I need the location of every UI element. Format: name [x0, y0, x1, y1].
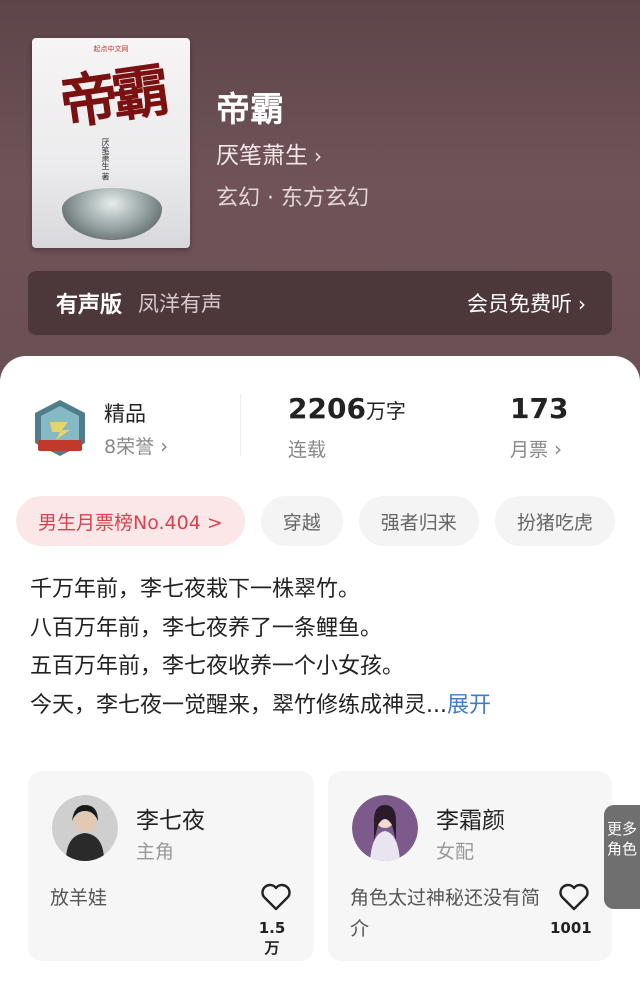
character-role: 主角 [136, 841, 175, 863]
tag-list: 男生月票榜No.404 > 穿越 强者归来 扮猪吃虎 [16, 496, 615, 546]
description-line: 千万年前，李七夜栽下一株翠竹。 [30, 577, 361, 602]
character-card[interactable]: 李七夜 主角 放羊娃 1.5万 [28, 771, 314, 961]
like-count: 1.5万 [258, 919, 286, 957]
tag-item[interactable]: 强者归来 [358, 496, 479, 546]
cover-author: 厌笔萧生 著 [101, 138, 110, 181]
quality-label: 精品 [104, 402, 146, 426]
author-link[interactable]: 厌笔萧生 › [216, 136, 322, 170]
book-description: 千万年前，李七夜栽下一株翠竹。 八百万年前，李七夜养了一条鲤鱼。 五百万年前，李… [30, 571, 620, 725]
character-name: 李霜颜 [436, 808, 505, 834]
word-count-unit: 万字 [365, 399, 406, 423]
audio-narrator: 凤洋有声 [138, 292, 223, 316]
quality-badge-icon[interactable] [32, 398, 88, 458]
audio-label: 有声版 [56, 293, 123, 318]
votes-link[interactable]: 月票 › [510, 435, 562, 462]
character-avatar [352, 795, 418, 861]
rank-tag[interactable]: 男生月票榜No.404 > [16, 496, 245, 546]
divider [240, 394, 241, 456]
free-listen-link[interactable]: 会员免费听 › [467, 288, 586, 318]
monthly-votes: 173 [510, 392, 568, 425]
cover-artwork [62, 188, 162, 240]
more-roles-button[interactable]: 更多角色 [604, 805, 640, 909]
chevron-right-icon: › [578, 292, 586, 316]
chevron-right-icon: › [554, 437, 563, 461]
word-count-value: 2206 [288, 392, 366, 425]
free-listen-label: 会员免费听 [467, 292, 572, 316]
character-desc: 放羊娃 [50, 887, 108, 909]
character-avatar [52, 795, 118, 861]
description-line: 今天，李七夜一觉醒来，翠竹修练成神灵... [30, 692, 447, 718]
heart-icon[interactable] [558, 883, 590, 911]
serial-status: 连载 [288, 439, 327, 461]
audio-edition-bar[interactable]: 有声版 凤洋有声 会员免费听 › [28, 271, 612, 335]
cover-title: 帝霸 [55, 56, 169, 138]
like-count: 1001 [550, 919, 592, 937]
tag-item[interactable]: 穿越 [260, 496, 343, 546]
author-name: 厌笔萧生 [216, 143, 308, 169]
character-role: 女配 [436, 841, 475, 863]
votes-value: 173 [510, 392, 569, 425]
honors-link[interactable]: 8荣誉 › [104, 432, 168, 459]
book-genre: 玄幻 · 东方玄幻 [216, 186, 369, 211]
votes-label: 月票 [510, 439, 549, 461]
book-title: 帝霸 [216, 90, 284, 130]
honors-count: 8荣誉 [104, 436, 155, 458]
chevron-right-icon: › [160, 434, 169, 458]
expand-link[interactable]: 展开 [447, 693, 491, 718]
character-card[interactable]: 李霜颜 女配 角色太过神秘还没有简介 1001 [328, 771, 612, 961]
chevron-right-icon: › [314, 144, 322, 168]
book-cover[interactable]: 起点中文网 帝霸 厌笔萧生 著 [32, 38, 190, 248]
cover-publisher: 起点中文网 [93, 45, 129, 53]
character-desc: 角色太过神秘还没有简介 [350, 887, 541, 940]
heart-icon[interactable] [260, 883, 292, 911]
word-count: 2206万字 [288, 392, 406, 425]
description-line: 八百万年前，李七夜养了一条鲤鱼。 [30, 615, 383, 641]
description-line: 五百万年前，李七夜收养一个小女孩。 [30, 654, 405, 679]
tag-item[interactable]: 扮猪吃虎 [494, 496, 615, 546]
character-name: 李七夜 [136, 808, 205, 834]
